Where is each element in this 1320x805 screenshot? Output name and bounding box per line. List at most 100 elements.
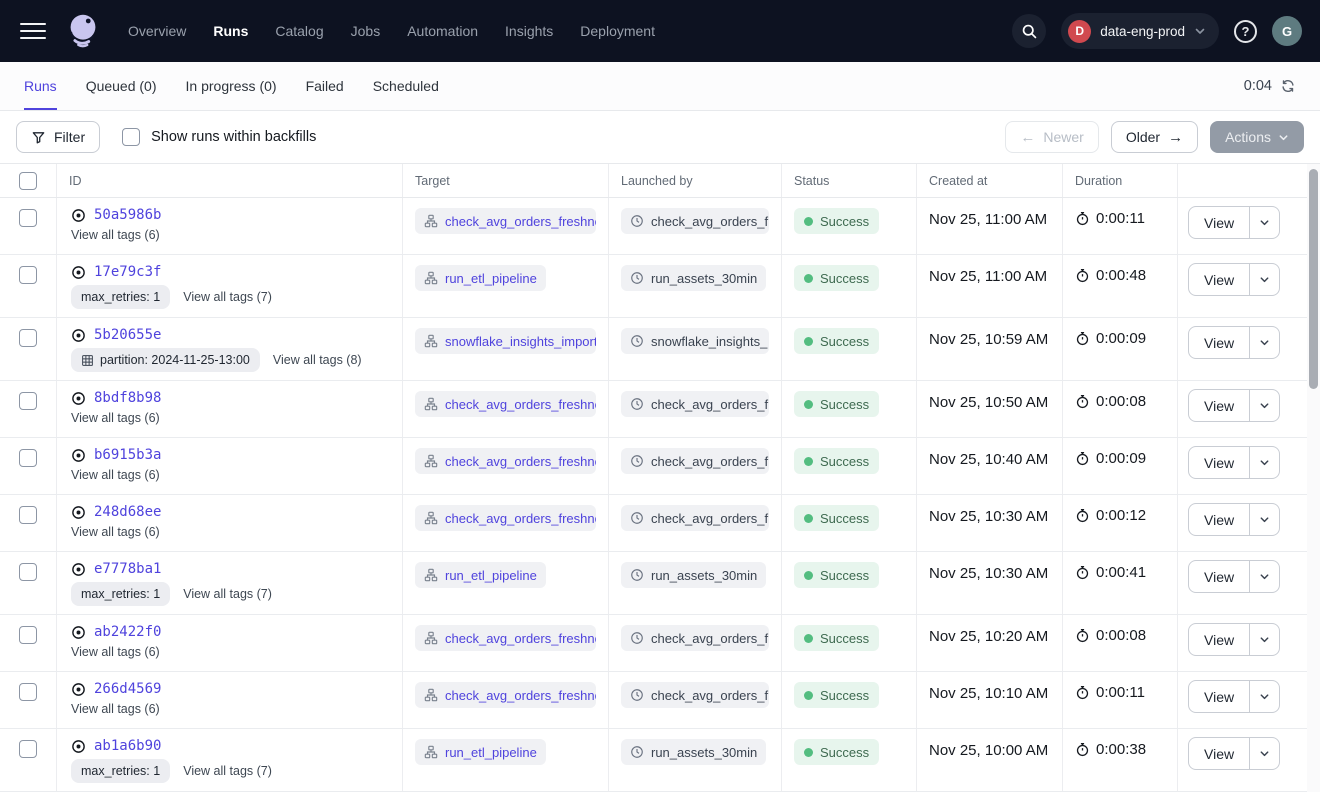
refresh-icon[interactable] [1280,78,1296,94]
target-pill[interactable]: run_etl_pipeline [415,562,546,588]
scrollbar-thumb[interactable] [1309,169,1318,389]
nav-item-catalog[interactable]: Catalog [275,23,323,39]
launched-by-pill[interactable]: run_assets_30min [621,739,766,765]
run-id-link[interactable]: 8bdf8b98 [94,390,161,406]
target-pill[interactable]: run_etl_pipeline [415,739,546,765]
view-button[interactable]: View [1189,738,1250,769]
view-all-tags-link[interactable]: View all tags (6) [71,645,160,659]
view-all-tags-link[interactable]: View all tags (6) [71,525,160,539]
status-dot-icon [804,337,813,346]
run-id-link[interactable]: ab1a6b90 [94,738,161,754]
run-id-link[interactable]: 17e79c3f [94,264,161,280]
older-button[interactable]: Older → [1111,121,1198,153]
tab-runs[interactable]: Runs [24,62,57,110]
nav-item-automation[interactable]: Automation [407,23,478,39]
row-checkbox[interactable] [19,449,37,467]
view-all-tags-link[interactable]: View all tags (6) [71,702,160,716]
view-button[interactable]: View [1189,561,1250,592]
view-dropdown-button[interactable] [1250,561,1279,592]
user-avatar[interactable]: G [1272,16,1302,46]
view-button[interactable]: View [1189,447,1250,478]
view-all-tags-link[interactable]: View all tags (7) [183,290,272,304]
launched-by-pill[interactable]: run_assets_30min [621,265,766,291]
view-button[interactable]: View [1189,624,1250,655]
target-pill[interactable]: check_avg_orders_freshne [415,682,596,708]
run-target-icon [71,505,86,520]
view-all-tags-link[interactable]: View all tags (8) [273,353,362,367]
view-dropdown-button[interactable] [1250,681,1279,712]
target-pill[interactable]: check_avg_orders_freshne [415,448,596,474]
launched-by-pill[interactable]: check_avg_orders_f… [621,208,769,234]
target-pill[interactable]: run_etl_pipeline [415,265,546,291]
view-button[interactable]: View [1189,207,1250,238]
launched-by-pill[interactable]: check_avg_orders_f… [621,625,769,651]
tab-failed[interactable]: Failed [306,62,344,110]
launched-by-pill[interactable]: check_avg_orders_f… [621,505,769,531]
row-checkbox[interactable] [19,392,37,410]
view-all-tags-link[interactable]: View all tags (7) [183,587,272,601]
view-all-tags-link[interactable]: View all tags (6) [71,468,160,482]
run-id-link[interactable]: e7778ba1 [94,561,161,577]
run-id-link[interactable]: ab2422f0 [94,624,161,640]
nav-item-runs[interactable]: Runs [213,23,248,39]
select-all-checkbox[interactable] [19,172,37,190]
view-dropdown-button[interactable] [1250,624,1279,655]
launched-by-pill[interactable]: check_avg_orders_f… [621,682,769,708]
nav-item-insights[interactable]: Insights [505,23,553,39]
run-id-link[interactable]: 5b20655e [94,327,161,343]
view-button[interactable]: View [1189,327,1250,358]
row-checkbox[interactable] [19,683,37,701]
view-dropdown-button[interactable] [1250,504,1279,535]
target-pill[interactable]: check_avg_orders_freshne [415,391,596,417]
view-all-tags-link[interactable]: View all tags (7) [183,764,272,778]
search-button[interactable] [1012,14,1046,48]
nav-item-jobs[interactable]: Jobs [351,23,381,39]
nav-item-overview[interactable]: Overview [128,23,186,39]
view-button[interactable]: View [1189,504,1250,535]
view-dropdown-button[interactable] [1250,738,1279,769]
view-button[interactable]: View [1189,264,1250,295]
run-id-link[interactable]: b6915b3a [94,447,161,463]
tab-scheduled[interactable]: Scheduled [373,62,439,110]
vertical-scrollbar[interactable] [1307,164,1320,792]
run-id-link[interactable]: 50a5986b [94,207,161,223]
row-checkbox[interactable] [19,563,37,581]
target-pill[interactable]: check_avg_orders_freshne [415,505,596,531]
view-dropdown-button[interactable] [1250,264,1279,295]
tab-in-progress-0[interactable]: In progress (0) [186,62,277,110]
run-id-link[interactable]: 266d4569 [94,681,161,697]
view-all-tags-link[interactable]: View all tags (6) [71,228,160,242]
row-checkbox[interactable] [19,740,37,758]
deployment-switcher[interactable]: D data-eng-prod [1061,13,1219,49]
launched-by-pill[interactable]: check_avg_orders_f… [621,448,769,474]
target-pill[interactable]: check_avg_orders_freshne [415,625,596,651]
actions-button[interactable]: Actions [1210,121,1304,153]
row-checkbox[interactable] [19,626,37,644]
row-checkbox[interactable] [19,209,37,227]
hamburger-menu-icon[interactable] [20,23,46,40]
row-checkbox[interactable] [19,266,37,284]
filter-button[interactable]: Filter [16,121,100,153]
view-dropdown-button[interactable] [1250,390,1279,421]
view-button[interactable]: View [1189,681,1250,712]
tag-pill: max_retries: 1 [71,285,170,309]
dagster-logo-icon[interactable] [62,10,104,52]
tab-queued-0[interactable]: Queued (0) [86,62,157,110]
newer-button[interactable]: ← Newer [1005,121,1098,153]
row-checkbox[interactable] [19,506,37,524]
launched-by-pill[interactable]: run_assets_30min [621,562,766,588]
launched-by-pill[interactable]: check_avg_orders_f… [621,391,769,417]
view-dropdown-button[interactable] [1250,327,1279,358]
target-pill[interactable]: snowflake_insights_import [415,328,596,354]
help-button[interactable]: ? [1234,20,1257,43]
nav-item-deployment[interactable]: Deployment [580,23,655,39]
view-button[interactable]: View [1189,390,1250,421]
view-all-tags-link[interactable]: View all tags (6) [71,411,160,425]
target-pill[interactable]: check_avg_orders_freshne [415,208,596,234]
launched-by-pill[interactable]: snowflake_insights_… [621,328,769,354]
run-id-link[interactable]: 248d68ee [94,504,161,520]
row-checkbox[interactable] [19,329,37,347]
view-dropdown-button[interactable] [1250,447,1279,478]
show-backfills-checkbox[interactable] [122,128,140,146]
view-dropdown-button[interactable] [1250,207,1279,238]
